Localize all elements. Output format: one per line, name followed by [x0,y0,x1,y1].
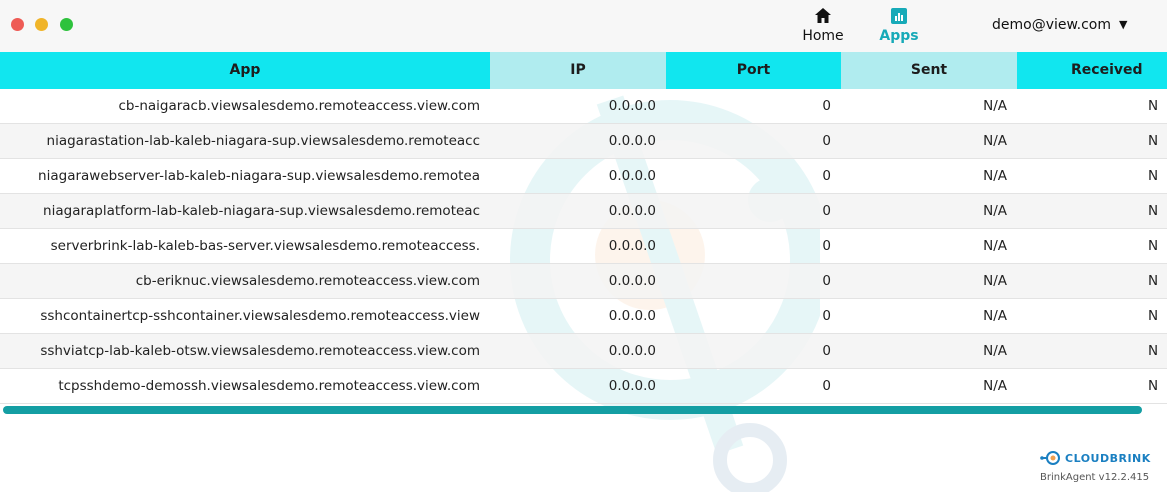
cell-port: 0 [822,238,831,254]
cell-ip: 0.0.0.0 [608,238,656,254]
cell-received: N [1148,273,1159,289]
caret-down-icon: ▼ [1119,18,1128,31]
cell-received: N [1148,378,1159,394]
cell-sent: N/A [983,378,1007,394]
cell-app: niagaraplatform-lab-kaleb-niagara-sup.vi… [43,203,480,219]
cell-port: 0 [822,273,831,289]
cell-received: N [1148,203,1159,219]
cell-app: niagarastation-lab-kaleb-niagara-sup.vie… [46,133,480,149]
user-email: demo@view.com [992,17,1112,33]
cell-received: N [1148,133,1159,149]
table-row[interactable]: tcpsshdemo-demossh.viewsalesdemo.remotea… [0,369,1167,404]
cloudbrink-logo-icon [1040,451,1060,465]
cell-port: 0 [822,308,831,324]
cell-sent: N/A [983,238,1007,254]
cloudbrink-logo: CLOUDBRINK [1040,450,1165,466]
cell-ip: 0.0.0.0 [608,98,656,114]
column-header-sent[interactable]: Sent [841,52,1017,89]
cell-ip: 0.0.0.0 [608,378,656,394]
table-row[interactable]: sshcontainertcp-sshcontainer.viewsalesde… [0,299,1167,334]
cell-received: N [1148,168,1159,184]
table-row[interactable]: niagarastation-lab-kaleb-niagara-sup.vie… [0,124,1167,159]
table-row[interactable]: sshviatcp-lab-kaleb-otsw.viewsalesdemo.r… [0,334,1167,369]
table-row[interactable]: cb-naigaracb.viewsalesdemo.remoteaccess.… [0,89,1167,124]
cell-port: 0 [822,133,831,149]
table-header: App IP Port Sent Received [0,52,1167,89]
cell-ip: 0.0.0.0 [608,343,656,359]
cell-ip: 0.0.0.0 [608,203,656,219]
cell-ip: 0.0.0.0 [608,273,656,289]
brand-footer: CLOUDBRINK BrinkAgent v12.2.415 [1040,450,1165,483]
cell-received: N [1148,98,1159,114]
nav-home[interactable]: Home [797,6,849,44]
cell-port: 0 [822,378,831,394]
cell-sent: N/A [983,203,1007,219]
version-label: BrinkAgent v12.2.415 [1040,472,1150,483]
apps-table: App IP Port Sent Received cb-naigaracb.v… [0,52,1167,407]
table-row[interactable]: niagarawebserver-lab-kaleb-niagara-sup.v… [0,159,1167,194]
nav-apps[interactable]: Apps [873,6,925,44]
cell-received: N [1148,238,1159,254]
cell-app: sshviatcp-lab-kaleb-otsw.viewsalesdemo.r… [40,343,480,359]
cell-app: tcpsshdemo-demossh.viewsalesdemo.remotea… [58,378,480,394]
cell-received: N [1148,308,1159,324]
cell-app: serverbrink-lab-kaleb-bas-server.viewsal… [50,238,480,254]
cell-app: cb-eriknuc.viewsalesdemo.remoteaccess.vi… [135,273,480,289]
cell-port: 0 [822,98,831,114]
table-row[interactable]: cb-eriknuc.viewsalesdemo.remoteaccess.vi… [0,264,1167,299]
cell-sent: N/A [983,273,1007,289]
cell-received: N [1148,343,1159,359]
cell-app: sshcontainertcp-sshcontainer.viewsalesde… [40,308,480,324]
minimize-window-button[interactable] [35,18,48,31]
cell-sent: N/A [983,98,1007,114]
cell-port: 0 [822,168,831,184]
cell-ip: 0.0.0.0 [608,168,656,184]
table-row[interactable]: serverbrink-lab-kaleb-bas-server.viewsal… [0,229,1167,264]
close-window-button[interactable] [11,18,24,31]
column-header-port[interactable]: Port [666,52,841,89]
cell-sent: N/A [983,168,1007,184]
user-menu[interactable]: demo@view.com ▼ [992,17,1127,33]
maximize-window-button[interactable] [60,18,73,31]
cell-app: niagarawebserver-lab-kaleb-niagara-sup.v… [38,168,480,184]
home-icon [815,8,831,23]
cell-port: 0 [822,203,831,219]
cell-ip: 0.0.0.0 [608,133,656,149]
title-bar: Home Apps demo@view.com ▼ [0,0,1167,52]
cell-sent: N/A [983,308,1007,324]
column-header-app[interactable]: App [0,52,490,89]
cell-port: 0 [822,343,831,359]
column-header-ip[interactable]: IP [490,52,666,89]
cell-app: cb-naigaracb.viewsalesdemo.remoteaccess.… [118,98,480,114]
cell-sent: N/A [983,133,1007,149]
column-header-received[interactable]: Received [1017,52,1167,89]
table-row[interactable]: niagaraplatform-lab-kaleb-niagara-sup.vi… [0,194,1167,229]
cell-ip: 0.0.0.0 [608,308,656,324]
nav-apps-label: Apps [879,28,919,44]
horizontal-scrollbar[interactable] [3,406,1142,414]
nav-home-label: Home [802,28,844,44]
cell-sent: N/A [983,343,1007,359]
apps-chart-icon [891,8,907,24]
brand-name: CLOUDBRINK [1065,451,1151,465]
